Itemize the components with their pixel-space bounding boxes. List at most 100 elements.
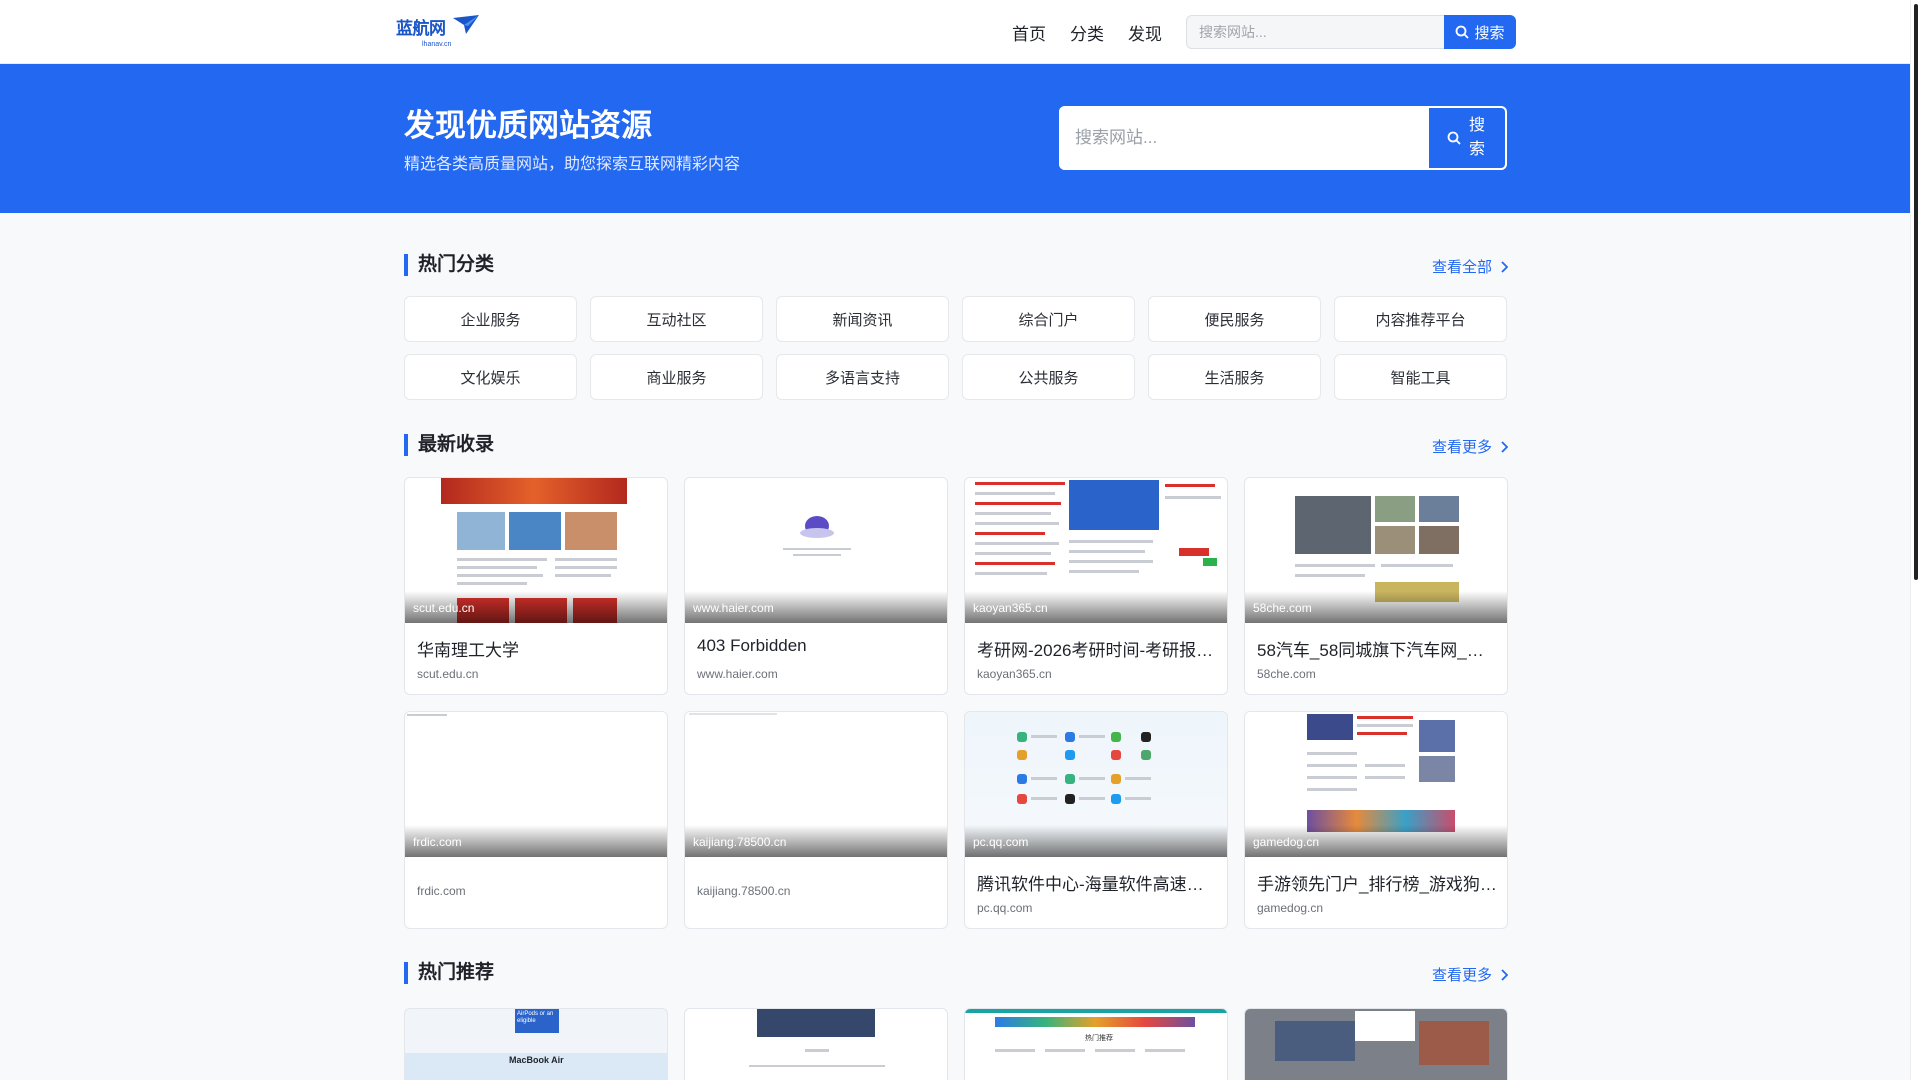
site-card[interactable]: scut.edu.cn 华南理工大学 scut.edu.cn: [404, 477, 668, 695]
site-card[interactable]: [684, 1008, 948, 1080]
thumbnail-domain: gamedog.cn: [1253, 835, 1320, 849]
hot-categories-header: 热门分类 查看全部: [404, 254, 1508, 280]
site-card[interactable]: gamedog.cn 手游领先门户_排行榜_游戏狗手游网 gamedog.cn: [1244, 711, 1508, 929]
category-item[interactable]: 综合门户: [962, 296, 1135, 342]
category-item[interactable]: 内容推荐平台: [1334, 296, 1507, 342]
card-title: 腾讯软件中心-海量软件高速免费下载: [977, 875, 1217, 894]
thumb-text: 热门推荐: [1085, 1035, 1113, 1042]
logo-text: 蓝航网: [396, 19, 446, 38]
view-all-link[interactable]: 查看全部: [1432, 256, 1508, 277]
section-title: 热门推荐: [404, 962, 494, 984]
top-navbar: 蓝航网 lhanav.cn 首页 分类 发现 搜索: [0, 0, 1910, 64]
thumbnail-domain: pc.qq.com: [973, 835, 1029, 849]
site-thumbnail: gamedog.cn: [1245, 712, 1507, 857]
category-item[interactable]: 商业服务: [590, 354, 763, 400]
view-more-link[interactable]: 查看更多: [1432, 436, 1508, 457]
cloud-illustration-icon: [800, 516, 834, 538]
category-item[interactable]: 企业服务: [404, 296, 577, 342]
header-search-input[interactable]: [1186, 15, 1444, 49]
category-item[interactable]: 多语言支持: [776, 354, 949, 400]
scrollbar-thumb[interactable]: [1914, 4, 1918, 580]
hero-search-button[interactable]: 搜索: [1429, 106, 1507, 170]
category-item[interactable]: 文化娱乐: [404, 354, 577, 400]
section-title: 最新收录: [404, 434, 494, 456]
card-domain: pc.qq.com: [977, 901, 1033, 915]
hero-subtitle: 精选各类高质量网站，助您探索互联网精彩内容: [404, 156, 741, 173]
site-card[interactable]: kaijiang.78500.cn kaijiang.78500.cn: [684, 711, 948, 929]
thumb-text: AirPods or an eligible: [517, 1011, 554, 1024]
latest-header: 最新收录 查看更多: [404, 434, 1508, 460]
site-thumbnail: 58che.com: [1245, 478, 1507, 623]
site-thumbnail: kaijiang.78500.cn: [685, 712, 947, 857]
nav-home[interactable]: 首页: [1012, 20, 1046, 45]
section-title: 热门分类: [404, 254, 494, 276]
site-card[interactable]: frdic.com frdic.com: [404, 711, 668, 929]
card-title: 58汽车_58同城旗下汽车网_让...: [1257, 641, 1497, 660]
view-more-link[interactable]: 查看更多: [1432, 964, 1508, 985]
site-thumbnail: pc.qq.com: [965, 712, 1227, 857]
thumbnail-domain: www.haier.com: [693, 601, 774, 615]
thumbnail-domain: kaijiang.78500.cn: [693, 835, 787, 849]
hot-recommend-header: 热门推荐 查看更多: [404, 962, 1508, 988]
hero-search-input[interactable]: [1059, 106, 1429, 170]
thumb-text: MacBook Air: [509, 1055, 564, 1065]
site-thumbnail: www.haier.com: [685, 478, 947, 623]
card-domain: gamedog.cn: [1257, 901, 1324, 915]
card-title: 考研网-2026考研时间-考研报名-考研...: [977, 641, 1217, 660]
category-item[interactable]: 智能工具: [1334, 354, 1507, 400]
thumbnail-domain: kaoyan365.cn: [973, 601, 1048, 615]
nav-discover[interactable]: 发现: [1128, 20, 1162, 45]
header-search: 搜索: [1186, 15, 1516, 49]
site-card[interactable]: pc.qq.com 腾讯软件中心-海量软件高速免费下载 pc.qq.com: [964, 711, 1228, 929]
card-domain: scut.edu.cn: [417, 667, 479, 681]
logo-domain: lhanav.cn: [422, 41, 452, 48]
site-logo[interactable]: 蓝航网 lhanav.cn: [396, 12, 480, 52]
header-search-button[interactable]: 搜索: [1444, 15, 1516, 49]
search-icon: [1456, 25, 1470, 39]
site-thumbnail: kaoyan365.cn: [965, 478, 1227, 623]
header-search-label: 搜索: [1474, 24, 1505, 42]
card-domain: frdic.com: [417, 884, 466, 898]
site-thumbnail: scut.edu.cn: [405, 478, 667, 623]
card-title: 华南理工大学: [417, 641, 519, 660]
page-scrollbar[interactable]: [1910, 0, 1920, 1080]
thumbnail-domain: frdic.com: [413, 835, 462, 849]
latest-grid: scut.edu.cn 华南理工大学 scut.edu.cn www.haier…: [404, 477, 1508, 929]
search-icon: [1447, 131, 1461, 145]
category-item[interactable]: 新闻资讯: [776, 296, 949, 342]
thumbnail-domain: 58che.com: [1253, 601, 1312, 615]
card-domain: 58che.com: [1257, 667, 1316, 681]
site-card[interactable]: [1244, 1008, 1508, 1080]
card-domain: www.haier.com: [697, 667, 778, 681]
category-item[interactable]: 公共服务: [962, 354, 1135, 400]
card-domain: kaoyan365.cn: [977, 667, 1052, 681]
chevron-right-icon: [1501, 968, 1508, 981]
chevron-right-icon: [1501, 260, 1508, 273]
logo-wing-icon: [453, 15, 479, 34]
site-card[interactable]: 热门推荐: [964, 1008, 1228, 1080]
main-nav: 首页 分类 发现: [1012, 20, 1162, 45]
card-title: 403 Forbidden: [697, 636, 807, 655]
thumbnail-domain: scut.edu.cn: [413, 601, 475, 615]
card-title: 手游领先门户_排行榜_游戏狗手游网: [1257, 875, 1497, 894]
view-more-label: 查看更多: [1431, 967, 1492, 984]
chevron-right-icon: [1501, 440, 1508, 453]
view-all-label: 查看全部: [1431, 259, 1492, 276]
category-item[interactable]: 便民服务: [1148, 296, 1321, 342]
site-card[interactable]: AirPods or an eligible MacBook Air: [404, 1008, 668, 1080]
site-card[interactable]: 58che.com 58汽车_58同城旗下汽车网_让... 58che.com: [1244, 477, 1508, 695]
hero-search-label: 搜索: [1469, 117, 1486, 158]
site-thumbnail: frdic.com: [405, 712, 667, 857]
site-card[interactable]: www.haier.com 403 Forbidden www.haier.co…: [684, 477, 948, 695]
category-item[interactable]: 互动社区: [590, 296, 763, 342]
category-grid: 企业服务 互动社区 新闻资讯 综合门户 便民服务 内容推荐平台 文化娱乐 商业服…: [404, 296, 1508, 400]
category-item[interactable]: 生活服务: [1148, 354, 1321, 400]
hero-title: 发现优质网站资源: [404, 108, 652, 143]
hero-banner: 发现优质网站资源 精选各类高质量网站，助您探索互联网精彩内容 搜索: [0, 64, 1910, 213]
nav-categories[interactable]: 分类: [1070, 20, 1104, 45]
hero-search: 搜索: [1059, 106, 1507, 170]
hot-recommend-grid: AirPods or an eligible MacBook Air 热门推荐: [404, 1008, 1508, 1080]
view-more-label: 查看更多: [1431, 439, 1492, 456]
site-card[interactable]: kaoyan365.cn 考研网-2026考研时间-考研报名-考研... kao…: [964, 477, 1228, 695]
card-domain: kaijiang.78500.cn: [697, 884, 791, 898]
